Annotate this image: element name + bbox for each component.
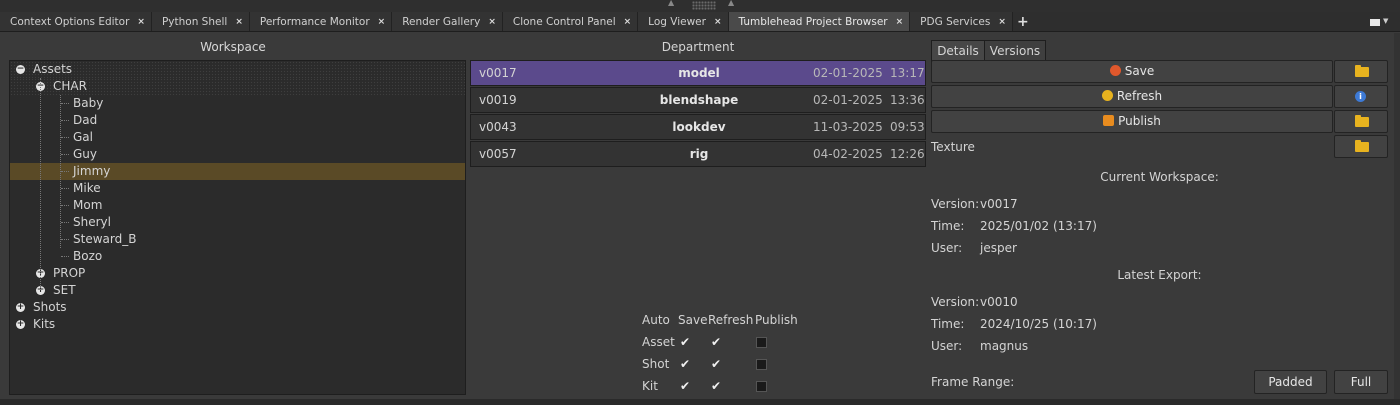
export-version-label: Version:: [931, 295, 980, 309]
pane-right-edge: [1394, 33, 1400, 403]
add-tab-icon[interactable]: +: [1013, 12, 1033, 31]
export-version-value: v0010: [980, 295, 1018, 309]
tab-label: Tumblehead Project Browser: [738, 15, 888, 28]
tab-pdg-services[interactable]: PDG Services ×: [910, 12, 1013, 31]
texture-label: Texture: [931, 140, 975, 154]
tab-label: Python Shell: [161, 15, 228, 28]
refresh-button-label: Refresh: [1116, 89, 1163, 103]
tab-label: Clone Control Panel: [512, 15, 616, 28]
info-button[interactable]: i: [1334, 85, 1388, 108]
folder-icon: [1355, 65, 1369, 77]
current-version-value: v0017: [980, 197, 1018, 211]
bottom-ruler: [0, 399, 1400, 405]
split-up-arrow-icon[interactable]: ▲: [728, 0, 734, 7]
close-tab-icon[interactable]: ×: [624, 17, 632, 27]
close-tab-icon[interactable]: ×: [378, 17, 386, 27]
export-time-label: Time:: [931, 317, 965, 331]
tab-tumblehead-project-browser[interactable]: Tumblehead Project Browser ×: [728, 12, 911, 31]
save-button[interactable]: Save: [931, 60, 1333, 83]
pane-menu-icon[interactable]: ▼: [1370, 17, 1388, 27]
frame-range-full-button[interactable]: Full: [1334, 370, 1388, 394]
tab-render-gallery[interactable]: Render Gallery ×: [392, 12, 503, 31]
tab-label: Render Gallery: [402, 15, 481, 28]
current-time-value: 2025/01/02 (13:17): [980, 219, 1097, 233]
latest-export-heading: Latest Export:: [1117, 268, 1202, 282]
current-time-label: Time:: [931, 219, 965, 233]
splitter-grip-icon[interactable]: [692, 1, 716, 10]
publish-button-label: Publish: [1118, 114, 1161, 128]
close-tab-icon[interactable]: ×: [235, 17, 243, 27]
tab-label: Log Viewer: [648, 15, 706, 28]
tab-log-viewer[interactable]: Log Viewer ×: [638, 12, 729, 31]
close-tab-icon[interactable]: ×: [137, 17, 145, 27]
close-tab-icon[interactable]: ×: [714, 17, 722, 27]
current-user-label: User:: [931, 241, 963, 255]
current-version-label: Version:: [931, 197, 980, 211]
publish-button[interactable]: Publish: [931, 110, 1333, 133]
export-user-label: User:: [931, 339, 963, 353]
tab-details[interactable]: Details: [931, 40, 985, 62]
tab-versions[interactable]: Versions: [984, 40, 1046, 62]
details-panel: Details Versions Save Refresh i Publish …: [0, 33, 1400, 403]
close-tab-icon[interactable]: ×: [896, 17, 904, 27]
tab-label: Context Options Editor: [10, 15, 130, 28]
tab-label: Performance Monitor: [259, 15, 370, 28]
tab-python-shell[interactable]: Python Shell ×: [151, 12, 250, 31]
export-user-value: magnus: [980, 339, 1029, 353]
open-publish-folder-button[interactable]: [1334, 110, 1388, 133]
open-texture-folder-button[interactable]: [1334, 135, 1388, 158]
pane-splitter[interactable]: ▲ ▲: [0, 0, 1400, 12]
folder-icon: [1355, 140, 1369, 152]
publish-icon: [1103, 115, 1115, 126]
folder-icon: [1355, 115, 1369, 127]
refresh-button[interactable]: Refresh: [931, 85, 1333, 108]
current-workspace-heading: Current Workspace:: [1100, 170, 1219, 184]
close-tab-icon[interactable]: ×: [488, 17, 496, 27]
frame-range-label: Frame Range:: [931, 375, 1015, 389]
refresh-icon: [1101, 90, 1113, 101]
pane-tab-bar: Context Options Editor × Python Shell × Perf…: [0, 12, 1400, 32]
open-save-folder-button[interactable]: [1334, 60, 1388, 83]
tab-clone-control-panel[interactable]: Clone Control Panel ×: [502, 12, 639, 31]
save-button-label: Save: [1124, 64, 1155, 78]
export-time-value: 2024/10/25 (10:17): [980, 317, 1097, 331]
info-icon: i: [1355, 91, 1366, 102]
tab-context-options-editor[interactable]: Context Options Editor ×: [0, 12, 152, 31]
tab-performance-monitor[interactable]: Performance Monitor ×: [249, 12, 393, 31]
save-icon: [1109, 65, 1121, 76]
tab-label: PDG Services: [920, 15, 991, 28]
close-tab-icon[interactable]: ×: [998, 17, 1006, 27]
frame-range-padded-button[interactable]: Padded: [1254, 370, 1327, 394]
split-up-arrow-icon[interactable]: ▲: [668, 0, 674, 7]
current-user-value: jesper: [980, 241, 1017, 255]
